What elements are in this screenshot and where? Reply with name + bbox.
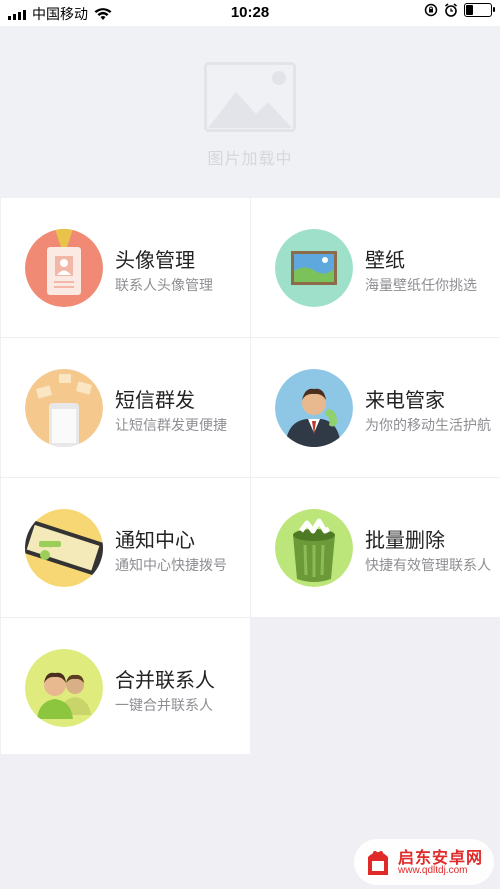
status-right bbox=[424, 3, 495, 17]
feature-title: 来电管家 bbox=[365, 390, 445, 412]
feature-call-manager[interactable]: 来电管家 为你的移动生活护航 bbox=[251, 338, 500, 477]
feature-wallpaper[interactable]: 壁纸 海量壁纸任你挑选 bbox=[251, 198, 500, 337]
feature-title: 头像管理 bbox=[115, 250, 195, 272]
merge-contacts-icon bbox=[25, 649, 103, 727]
battery-level bbox=[466, 5, 473, 15]
sms-phone-icon bbox=[25, 369, 103, 447]
feature-subtitle: 为你的移动生活护航 bbox=[365, 417, 491, 433]
image-placeholder-icon bbox=[204, 62, 296, 132]
banner[interactable]: 图片加载中 bbox=[0, 26, 500, 198]
feature-title: 批量删除 bbox=[365, 530, 445, 552]
wallpaper-icon bbox=[275, 229, 353, 307]
feature-title: 合并联系人 bbox=[115, 670, 215, 692]
feature-title: 壁纸 bbox=[365, 250, 405, 272]
rotation-lock-icon bbox=[424, 3, 438, 17]
feature-subtitle: 让短信群发更便捷 bbox=[115, 417, 227, 433]
feature-batch-delete[interactable]: 批量删除 快捷有效管理联系人 bbox=[251, 478, 500, 617]
feature-notification-center[interactable]: 通知中心 通知中心快捷拨号 bbox=[1, 478, 250, 617]
watermark-logo-icon bbox=[368, 851, 388, 875]
feature-subtitle: 通知中心快捷拨号 bbox=[115, 557, 227, 573]
feature-group-sms[interactable]: 短信群发 让短信群发更便捷 bbox=[1, 338, 250, 477]
feature-subtitle: 一键合并联系人 bbox=[115, 697, 213, 713]
alarm-icon bbox=[445, 3, 457, 17]
notification-phone-icon bbox=[25, 509, 103, 587]
banner-loading-text: 图片加载中 bbox=[207, 151, 293, 168]
feature-subtitle: 联系人头像管理 bbox=[115, 277, 213, 293]
watermark-url: www.qdltdj.com bbox=[398, 865, 468, 876]
feature-subtitle: 快捷有效管理联系人 bbox=[365, 557, 491, 573]
battery-icon bbox=[464, 3, 495, 17]
feature-title: 短信群发 bbox=[115, 390, 195, 412]
site-watermark: 启东安卓网 www.qdltdj.com bbox=[354, 839, 494, 885]
trash-bin-icon bbox=[275, 509, 353, 587]
contact-badge-icon bbox=[25, 229, 103, 307]
caller-icon bbox=[275, 369, 353, 447]
feature-title: 通知中心 bbox=[115, 530, 195, 552]
status-bar: 中国移动 10:28 bbox=[0, 0, 500, 26]
feature-subtitle: 海量壁纸任你挑选 bbox=[365, 277, 477, 293]
feature-avatar-management[interactable]: 头像管理 联系人头像管理 bbox=[1, 198, 250, 337]
feature-merge-contacts[interactable]: 合并联系人 一键合并联系人 bbox=[1, 618, 250, 754]
